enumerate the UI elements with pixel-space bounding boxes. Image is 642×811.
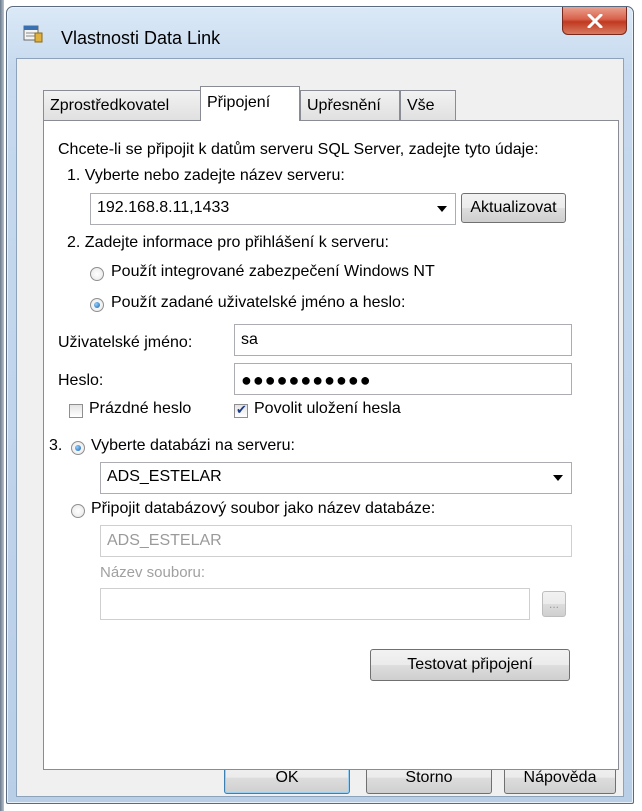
tab-label: Upřesnění xyxy=(307,97,381,114)
background-window-edge xyxy=(0,0,4,811)
chevron-down-icon[interactable] xyxy=(553,475,563,481)
tab-label: Připojení xyxy=(207,94,271,111)
radio-integrated-security-label[interactable]: Použít integrované zabezpečení Windows N… xyxy=(111,263,435,281)
database-combo[interactable]: ADS_ESTELAR xyxy=(100,462,572,494)
database-value: ADS_ESTELAR xyxy=(107,468,222,485)
attach-database-name-value: ADS_ESTELAR xyxy=(107,532,222,549)
tab-advanced[interactable]: Upřesnění xyxy=(300,90,400,120)
tab-label: Zprostředkovatel xyxy=(50,97,170,114)
browse-button[interactable]: ... xyxy=(542,591,566,617)
close-button[interactable] xyxy=(562,7,627,35)
password-label: Heslo: xyxy=(58,372,104,389)
radio-username-password[interactable] xyxy=(90,298,104,312)
help-button-label: Nápověda xyxy=(523,768,597,786)
allow-save-password-label[interactable]: Povolit uložení hesla xyxy=(254,400,401,418)
password-mask: ●●●●●●●●●●● xyxy=(241,370,372,390)
username-value: sa xyxy=(241,331,258,348)
radio-integrated-security[interactable] xyxy=(90,267,104,281)
username-input[interactable]: sa xyxy=(234,324,572,356)
radio-attach-database-file-label[interactable]: Připojit databázový soubor jako název da… xyxy=(91,500,435,518)
filename-label: Název souboru: xyxy=(100,564,206,581)
radio-attach-database-file[interactable] xyxy=(71,504,85,518)
step3-number: 3. xyxy=(49,437,63,454)
blank-password-checkbox[interactable] xyxy=(69,404,83,418)
radio-username-password-label[interactable]: Použít zadané uživatelské jméno a heslo: xyxy=(111,294,405,312)
step1-label: 1. Vyberte nebo zadejte název serveru: xyxy=(67,167,345,184)
step2-label: 2. Zadejte informace pro přihlášení k se… xyxy=(67,234,389,251)
radio-select-database-label[interactable]: Vyberte databázi na serveru: xyxy=(91,437,295,455)
refresh-button[interactable]: Aktualizovat xyxy=(461,193,566,223)
chevron-down-icon[interactable] xyxy=(437,206,447,212)
server-name-combo[interactable]: 192.168.8.11,1433 xyxy=(90,193,456,225)
blank-password-label[interactable]: Prázdné heslo xyxy=(89,400,191,418)
browse-button-label: ... xyxy=(548,597,559,611)
allow-save-password-checkbox[interactable] xyxy=(234,402,248,418)
connection-panel: Chcete-li se připojit k datům serveru SQ… xyxy=(43,120,619,770)
dialog-window: Vlastnosti Data Link Zprostředkovatel Př… xyxy=(6,6,634,804)
filename-input[interactable] xyxy=(100,588,530,620)
username-label: Uživatelské jméno: xyxy=(58,334,193,351)
close-icon xyxy=(587,13,602,28)
data-link-icon xyxy=(23,25,43,43)
ok-button-label: OK xyxy=(275,768,299,786)
intro-text: Chcete-li se připojit k datům serveru SQ… xyxy=(58,141,539,158)
tab-provider[interactable]: Zprostředkovatel xyxy=(43,90,201,120)
cancel-button-label: Storno xyxy=(405,768,453,786)
password-input[interactable]: ●●●●●●●●●●● xyxy=(234,363,572,395)
server-name-value: 192.168.8.11,1433 xyxy=(97,199,230,216)
dialog-client-area: Zprostředkovatel Připojení Upřesnění Vše… xyxy=(16,58,624,797)
title-bar[interactable]: Vlastnosti Data Link xyxy=(7,7,633,57)
window-title: Vlastnosti Data Link xyxy=(61,28,221,48)
radio-select-database[interactable] xyxy=(71,441,85,455)
refresh-button-label: Aktualizovat xyxy=(470,199,557,216)
tab-connection[interactable]: Připojení xyxy=(200,86,300,121)
tab-all[interactable]: Vše xyxy=(400,90,456,120)
test-connection-label: Testovat připojení xyxy=(407,656,533,673)
tab-label: Vše xyxy=(407,97,435,114)
attach-database-name-input[interactable]: ADS_ESTELAR xyxy=(100,525,572,557)
test-connection-button[interactable]: Testovat připojení xyxy=(370,649,570,681)
